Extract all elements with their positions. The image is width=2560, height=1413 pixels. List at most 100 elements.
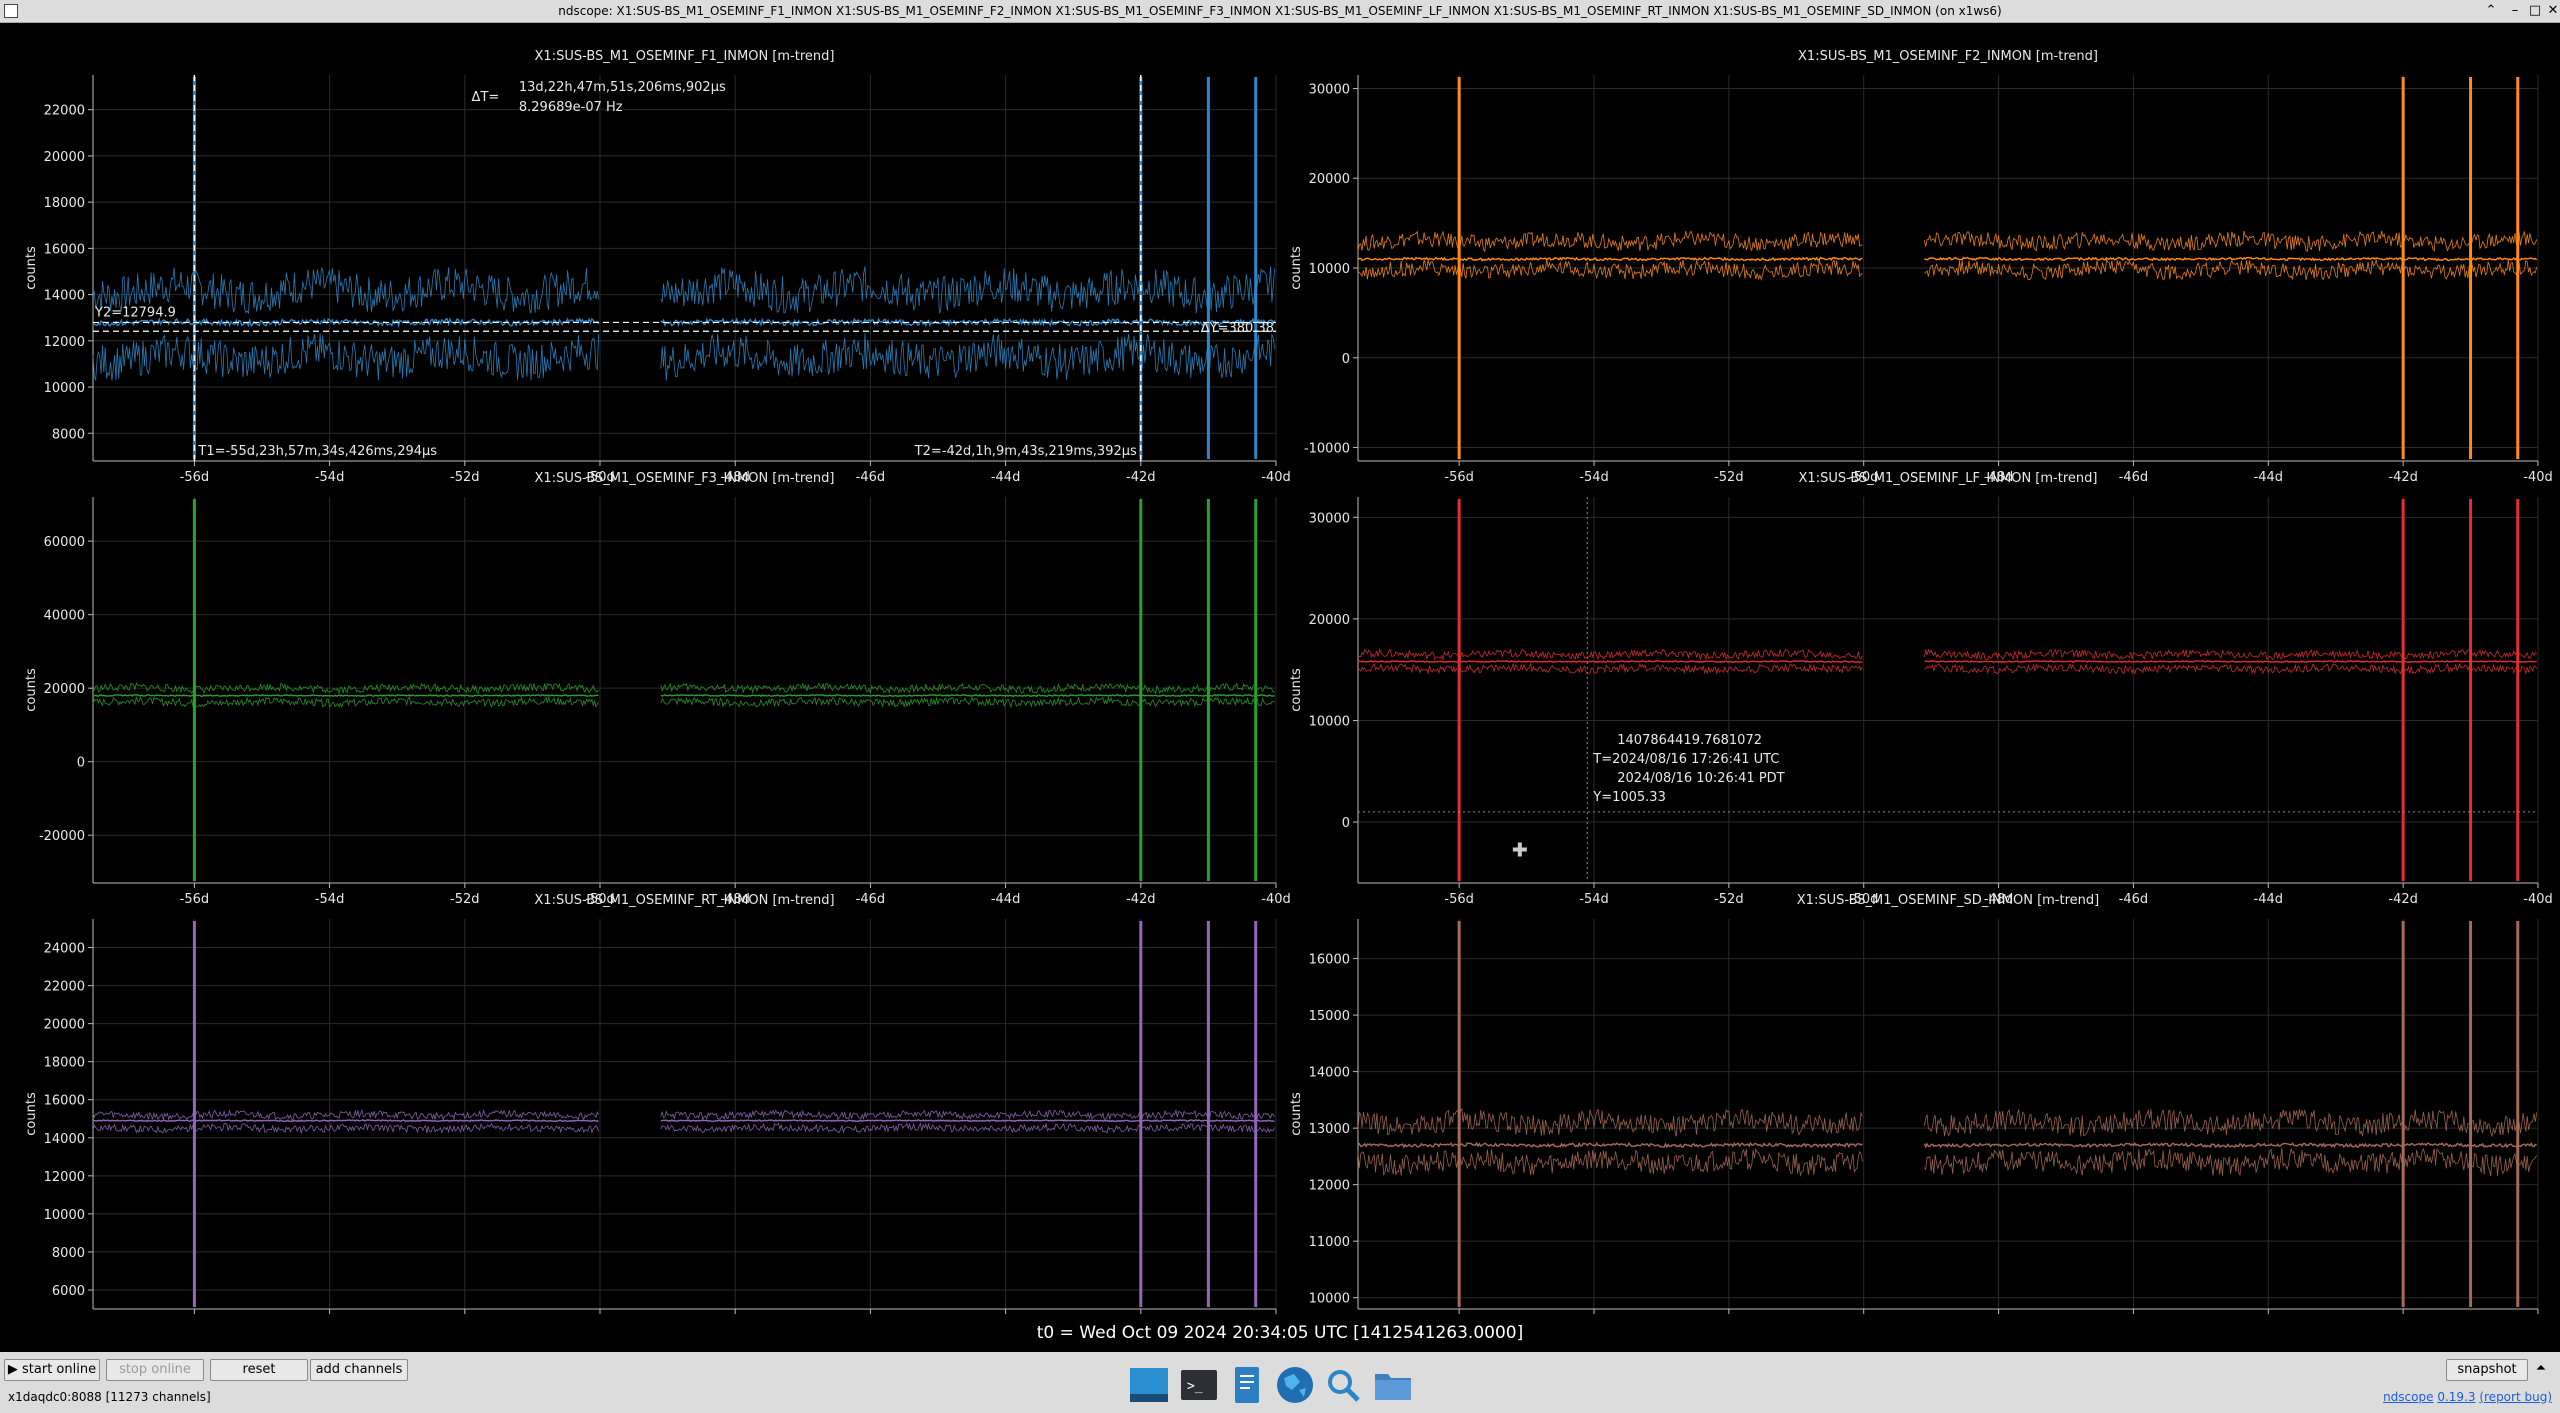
y-tick-label: 30000 bbox=[1309, 82, 1350, 97]
desktop-icon[interactable] bbox=[1128, 1364, 1170, 1406]
max-trace bbox=[92, 266, 1275, 315]
plot-panel-f3[interactable]: X1:SUS-BS_M1_OSEMINF_F3_INMON [m-trend] c… bbox=[24, 471, 1291, 907]
y-tick-label: 11000 bbox=[1309, 1235, 1350, 1250]
x-tick-label: -56d bbox=[1444, 892, 1474, 907]
min-trace bbox=[92, 695, 1275, 709]
cursor-t2-label: T2=-42d,1h,9m,43s,219ms,392µs bbox=[914, 444, 1137, 459]
chevron-up-icon[interactable]: ⌃ bbox=[2480, 0, 2502, 22]
terminal-icon[interactable]: >_ bbox=[1178, 1364, 1220, 1406]
y-tick-label: 10000 bbox=[44, 1208, 85, 1223]
bottom-bar: ▶ start online stop online reset add cha… bbox=[0, 1352, 2560, 1413]
x-tick-label: -52d bbox=[1714, 470, 1744, 485]
max-trace bbox=[1357, 1107, 2538, 1138]
snapshot-button[interactable]: snapshot bbox=[2446, 1359, 2528, 1381]
y-tick-label: 12000 bbox=[44, 1170, 85, 1185]
y-tick-label: 24000 bbox=[44, 942, 85, 957]
y-tick-label: 20000 bbox=[44, 1018, 85, 1033]
plot-panel-f2[interactable]: X1:SUS-BS_M1_OSEMINF_F2_INMON [m-trend] c… bbox=[1289, 49, 2553, 485]
y-axis-label: counts bbox=[1289, 246, 1304, 290]
y-axis-label: counts bbox=[24, 668, 39, 712]
ndscope-link[interactable]: ndscope bbox=[2383, 1390, 2433, 1404]
x-tick-label: -40d bbox=[2523, 892, 2553, 907]
cursor-y2-label: Y2=12794.9 bbox=[94, 305, 176, 320]
y-tick-label: 0 bbox=[1342, 816, 1350, 831]
y-tick-label: 12000 bbox=[1309, 1179, 1350, 1194]
plot-title: X1:SUS-BS_M1_OSEMINF_LF_INMON [m-trend] bbox=[1799, 471, 2098, 486]
x-tick-label: -46d bbox=[2119, 892, 2149, 907]
x-tick-label: -42d bbox=[2388, 470, 2418, 485]
y-tick-label: 10000 bbox=[1309, 1292, 1350, 1307]
stop-online-button[interactable]: stop online bbox=[106, 1359, 204, 1381]
plot-panel-lf[interactable]: X1:SUS-BS_M1_OSEMINF_LF_INMON [m-trend] c… bbox=[1289, 471, 2553, 907]
version-info: ndscope 0.19.3 (report bug) bbox=[2383, 1390, 2552, 1404]
x-tick-label: -46d bbox=[856, 892, 886, 907]
delta-y-label: ΔY=380.38 bbox=[1201, 321, 1274, 336]
svg-text:>_: >_ bbox=[1187, 1379, 1203, 1394]
x-tick-label: -52d bbox=[450, 470, 480, 485]
delta-t-frequency: 8.29689e-07 Hz bbox=[519, 100, 623, 115]
y-tick-label: 20000 bbox=[1309, 613, 1350, 628]
max-trace bbox=[92, 1108, 1275, 1121]
close-icon[interactable]: ✕ bbox=[2542, 0, 2560, 22]
crosshair-pdt: 2024/08/16 10:26:41 PDT bbox=[1617, 771, 1784, 786]
mean-trace bbox=[92, 1119, 1275, 1123]
x-tick-label: -40d bbox=[1261, 892, 1291, 907]
y-tick-label: -20000 bbox=[39, 829, 85, 844]
y-tick-label: 0 bbox=[77, 756, 85, 771]
crosshair-y: Y=1005.33 bbox=[1592, 790, 1666, 805]
min-trace bbox=[92, 1122, 1275, 1135]
y-tick-label: 10000 bbox=[44, 381, 85, 396]
expand-icon[interactable]: ⏶ bbox=[2530, 1359, 2552, 1379]
report-bug-link[interactable]: (report bug) bbox=[2479, 1390, 2552, 1404]
add-channels-button[interactable]: add channels bbox=[310, 1359, 408, 1381]
move-cursor-icon bbox=[1512, 842, 1527, 857]
plot-title: X1:SUS-BS_M1_OSEMINF_RT_INMON [m-trend] bbox=[534, 893, 834, 908]
plot-panel-sd[interactable]: X1:SUS-BS_M1_OSEMINF_SD_INMON [m-trend] c… bbox=[1289, 893, 2553, 1314]
y-tick-label: 22000 bbox=[44, 104, 85, 119]
window-title: ndscope: X1:SUS-BS_M1_OSEMINF_F1_INMON X… bbox=[558, 4, 2002, 18]
x-tick-label: -44d bbox=[991, 892, 1021, 907]
mean-trace bbox=[1357, 659, 2537, 664]
x-tick-label: -56d bbox=[1444, 470, 1474, 485]
window-titlebar: ndscope: X1:SUS-BS_M1_OSEMINF_F1_INMON X… bbox=[0, 0, 2560, 23]
y-tick-label: 12000 bbox=[44, 335, 85, 350]
plot-title: X1:SUS-BS_M1_OSEMINF_F2_INMON [m-trend] bbox=[1798, 49, 2098, 64]
y-tick-label: 0 bbox=[1342, 352, 1350, 367]
crosshair-utc: T=2024/08/16 17:26:41 UTC bbox=[1592, 752, 1779, 767]
mean-trace bbox=[1357, 256, 2538, 262]
app-icon bbox=[4, 4, 18, 18]
y-tick-label: 13000 bbox=[1309, 1122, 1350, 1137]
y-tick-label: 8000 bbox=[52, 427, 85, 442]
search-icon[interactable] bbox=[1322, 1364, 1364, 1406]
plot-panel-f1[interactable]: X1:SUS-BS_M1_OSEMINF_F1_INMON [m-trend] c… bbox=[24, 49, 1291, 485]
x-tick-label: -42d bbox=[1126, 892, 1156, 907]
x-tick-label: -42d bbox=[1126, 470, 1156, 485]
y-tick-label: 20000 bbox=[44, 682, 85, 697]
text-editor-icon[interactable] bbox=[1226, 1364, 1268, 1406]
min-trace bbox=[1357, 258, 2538, 282]
reset-button[interactable]: reset bbox=[210, 1359, 308, 1381]
max-trace bbox=[1357, 648, 2537, 661]
x-tick-label: -44d bbox=[2254, 470, 2284, 485]
start-online-button[interactable]: ▶ start online bbox=[4, 1359, 100, 1381]
delta-t-label: ΔT= bbox=[472, 90, 500, 105]
x-tick-label: -56d bbox=[180, 892, 210, 907]
y-tick-label: 14000 bbox=[44, 289, 85, 304]
max-trace bbox=[1357, 230, 2538, 253]
y-tick-label: 15000 bbox=[1309, 1009, 1350, 1024]
version-link[interactable]: 0.19.3 bbox=[2437, 1390, 2475, 1404]
minimize-icon[interactable]: – bbox=[2504, 0, 2526, 22]
file-manager-icon[interactable] bbox=[1372, 1364, 1414, 1406]
min-trace bbox=[1357, 662, 2538, 675]
y-tick-label: 20000 bbox=[44, 150, 85, 165]
plot-panel-rt[interactable]: X1:SUS-BS_M1_OSEMINF_RT_INMON [m-trend] c… bbox=[24, 893, 1291, 1314]
y-axis-label: counts bbox=[1289, 668, 1304, 712]
t0-label: t0 = Wed Oct 09 2024 20:34:05 UTC [14125… bbox=[1036, 1323, 1524, 1343]
x-tick-label: -46d bbox=[856, 470, 886, 485]
plot-grid[interactable]: X1:SUS-BS_M1_OSEMINF_F1_INMON [m-trend] c… bbox=[0, 24, 2560, 1314]
y-tick-label: 10000 bbox=[1309, 262, 1350, 277]
x-tick-label: -44d bbox=[991, 470, 1021, 485]
y-tick-label: 30000 bbox=[1309, 511, 1350, 526]
browser-icon[interactable] bbox=[1274, 1364, 1316, 1406]
y-tick-label: 14000 bbox=[1309, 1066, 1350, 1081]
